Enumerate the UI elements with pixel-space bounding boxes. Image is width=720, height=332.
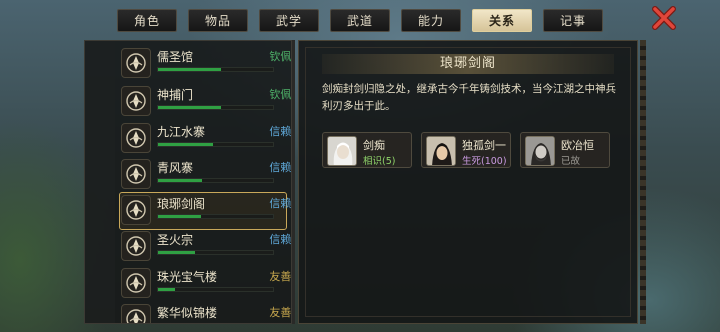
badge-emblem-icon [121, 86, 151, 116]
character-status: 相识(5) [363, 156, 396, 167]
character-status: 生死(100) [462, 156, 507, 167]
relation-progress-fill [158, 179, 202, 182]
character-card-jianchi[interactable]: 剑痴 相识(5) [322, 132, 412, 168]
faction-row[interactable]: 珠光宝气楼 友善(14) [121, 268, 292, 300]
faction-row[interactable]: 儒圣馆 钦佩(43) [121, 48, 292, 80]
faction-row[interactable]: 九江水寨 信赖(37) [121, 123, 292, 155]
faction-row[interactable]: 青风寨 信赖(30) [121, 159, 292, 191]
relation-progress-bar [157, 214, 274, 219]
faction-name: 青风寨 [157, 161, 194, 175]
faction-name: 珠光宝气楼 [157, 270, 218, 284]
sword-pavilion-emblem-icon [121, 195, 151, 225]
relation-progress-bar [157, 105, 274, 110]
relation-progress-fill [158, 106, 222, 109]
faction-relation: 友善(14) [269, 270, 292, 283]
faction-name: 繁华似锦楼 [157, 306, 218, 320]
relation-progress-fill [158, 288, 176, 291]
character-name: 欧冶恒 [561, 139, 594, 152]
tab-journal[interactable]: 记事 [543, 9, 603, 32]
swordsman-portrait-icon [426, 136, 456, 166]
tab-martial-arts[interactable]: 武学 [259, 9, 319, 32]
faction-relation: 钦佩(43) [269, 50, 292, 63]
tab-bar: 角色 物品 武学 武道 能力 关系 记事 [117, 9, 603, 32]
faction-list-panel[interactable]: 儒圣馆 钦佩(43) 神捕门 钦佩(42) 九江水寨 信赖(37) 青风寨 信赖(30) 琅琊剑… [84, 40, 292, 324]
relation-progress-bar [157, 287, 274, 292]
faction-relation: 钦佩(42) [269, 88, 292, 101]
relation-progress-bar [157, 142, 274, 147]
faction-relation: 友善(10) [269, 306, 292, 319]
book-emblem-icon [121, 48, 151, 78]
brocade-emblem-icon [121, 304, 151, 323]
tab-martial-way[interactable]: 武道 [330, 9, 390, 32]
character-name: 独孤剑一 [462, 139, 506, 152]
relation-progress-bar [157, 67, 274, 72]
faction-row[interactable]: 神捕门 钦佩(42) [121, 86, 292, 118]
relation-progress-fill [158, 251, 195, 254]
list-rail [85, 41, 115, 323]
faction-relation: 信赖(25) [269, 233, 292, 246]
faction-name: 神捕门 [157, 88, 194, 102]
faction-relation: 信赖(29) [269, 197, 292, 210]
faction-row[interactable]: 繁华似锦楼 友善(10) [121, 304, 292, 324]
faction-row[interactable]: 琅琊剑阁 信赖(29) [119, 192, 292, 230]
faction-name: 圣火宗 [157, 233, 194, 247]
camp-emblem-icon [121, 159, 151, 189]
detail-description: 剑痴封剑归隐之处，继承古今千年铸剑技术，当今江湖之中神兵利刃多出于此。 [322, 83, 616, 112]
white-haired-elder-portrait-icon [327, 136, 357, 166]
tab-abilities[interactable]: 能力 [401, 9, 461, 32]
relation-progress-bar [157, 323, 274, 324]
relation-progress-bar [157, 178, 274, 183]
bearded-smith-portrait-icon [525, 136, 555, 166]
list-scrollbar[interactable] [292, 40, 295, 324]
detail-title: 琅琊剑阁 [322, 54, 614, 74]
tab-character[interactable]: 角色 [117, 9, 177, 32]
faction-relation: 信赖(37) [269, 125, 292, 138]
relation-progress-fill [158, 143, 214, 146]
character-card-dugu-jianyi[interactable]: 独孤剑一 生死(100) [421, 132, 511, 168]
panel-border-ornament [640, 40, 646, 324]
faction-detail-panel: 琅琊剑阁 剑痴封剑归隐之处，继承古今千年铸剑技术，当今江湖之中神兵利刃多出于此。… [298, 40, 638, 324]
faction-name: 九江水寨 [157, 125, 206, 139]
tab-items[interactable]: 物品 [188, 9, 248, 32]
faction-relation: 信赖(30) [269, 161, 292, 174]
treasure-emblem-icon [121, 268, 151, 298]
close-x-icon [652, 6, 676, 30]
character-status: 已故 [561, 156, 581, 167]
relation-progress-fill [158, 215, 201, 218]
faction-name: 儒圣馆 [157, 50, 194, 64]
character-name: 剑痴 [363, 139, 385, 152]
faction-name: 琅琊剑阁 [157, 197, 206, 211]
flame-emblem-icon [121, 231, 151, 261]
character-card-ouye-heng[interactable]: 欧冶恒 已故 [520, 132, 610, 168]
relation-progress-bar [157, 250, 274, 255]
close-button[interactable] [651, 5, 677, 31]
faction-row[interactable]: 圣火宗 信赖(25) [121, 231, 292, 263]
tab-relations[interactable]: 关系 [472, 9, 532, 32]
relation-progress-fill [158, 68, 222, 71]
fort-emblem-icon [121, 123, 151, 153]
